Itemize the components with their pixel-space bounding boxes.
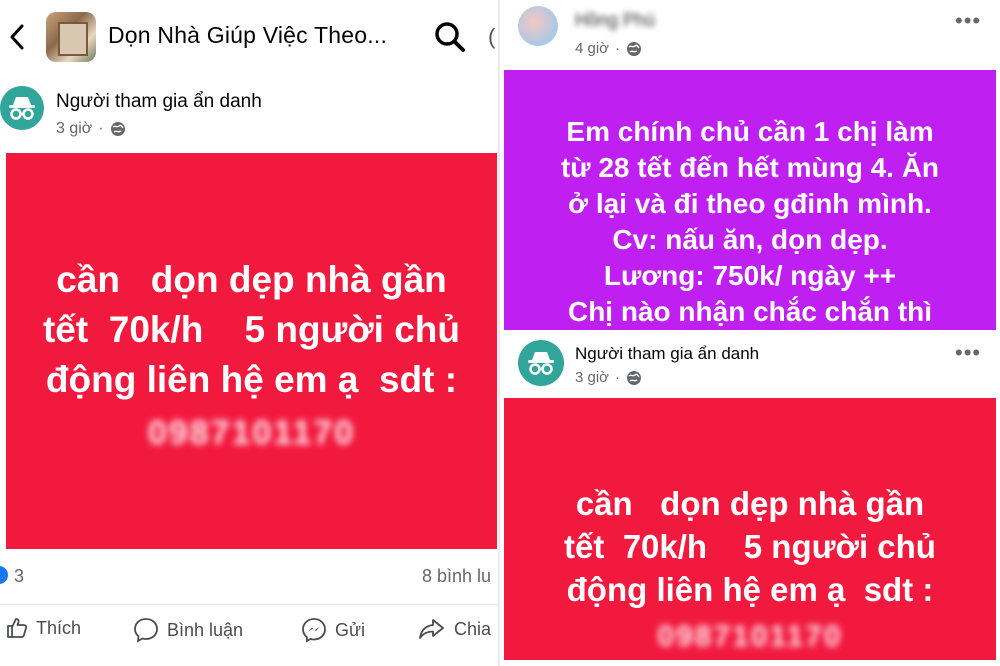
anonymous-icon bbox=[518, 340, 564, 386]
post-line: tết 70k/h 5 người chủ bbox=[564, 528, 936, 565]
like-label: Thích bbox=[36, 617, 82, 638]
group-header: Dọn Nhà Giúp Việc Theo... ( bbox=[0, 0, 500, 74]
post-text-background: cần dọn dẹp nhà gần tết 70k/h 5 người ch… bbox=[6, 153, 497, 549]
post-line: cần dọn dẹp nhà gần bbox=[575, 485, 925, 522]
globe-icon bbox=[627, 41, 642, 56]
comment-label: Bình luận bbox=[167, 619, 244, 640]
post-line: từ 28 tết đến hết mùng 4. Ăn bbox=[560, 152, 940, 183]
post-line: Cv: nấu ăn, dọn dẹp. bbox=[612, 224, 888, 255]
post-meta: 3 giờ · bbox=[56, 120, 126, 138]
post-line: Em chính chủ cần 1 chị làm bbox=[566, 116, 934, 147]
post-actions: Thích Bình luận Gửi Chia bbox=[0, 604, 500, 654]
post-line: động liên hệ em ạ sdt : bbox=[566, 571, 934, 608]
search-icon[interactable] bbox=[433, 20, 467, 54]
reaction-count[interactable]: 3 bbox=[14, 566, 24, 587]
reaction-icon bbox=[0, 566, 8, 584]
group-title[interactable]: Dọn Nhà Giúp Việc Theo... bbox=[108, 22, 387, 49]
left-screenshot: Dọn Nhà Giúp Việc Theo... ( Người tham g… bbox=[0, 0, 500, 666]
like-button[interactable]: Thích bbox=[6, 617, 81, 639]
messenger-icon bbox=[302, 618, 326, 643]
globe-icon bbox=[627, 370, 642, 385]
post-stats: 3 8 bình lu bbox=[0, 560, 500, 592]
post-time: 3 giờ bbox=[56, 120, 93, 137]
share-icon bbox=[419, 619, 444, 639]
blurred-phone-number: 0987101170 bbox=[657, 620, 843, 653]
post-author[interactable]: Người tham gia ẩn danh bbox=[56, 91, 262, 113]
post-time: 4 giờ bbox=[575, 40, 610, 57]
partial-icon: ( bbox=[488, 24, 496, 49]
avatar[interactable] bbox=[518, 6, 558, 46]
post-time: 3 giờ bbox=[575, 369, 610, 386]
post-meta: 3 giờ · bbox=[575, 369, 642, 386]
send-label: Gửi bbox=[335, 619, 366, 640]
post-line: động liên hệ em ạ sdt : bbox=[45, 359, 458, 400]
back-arrow-icon[interactable] bbox=[4, 20, 30, 54]
share-button[interactable]: Chia bbox=[418, 617, 491, 641]
separator-dot: · bbox=[615, 369, 621, 386]
post-line: tết 70k/h 5 người chủ bbox=[42, 309, 460, 350]
post-line: Chị nào nhận chắc chắn thì bbox=[567, 296, 933, 327]
comment-icon bbox=[134, 618, 158, 643]
separator-dot: · bbox=[615, 40, 621, 57]
group-thumbnail[interactable] bbox=[46, 12, 96, 62]
post-meta: 4 giờ · bbox=[575, 40, 642, 57]
post-line: ở lại và đi theo gđinh mình. bbox=[568, 188, 932, 219]
blurred-phone-number: 0987101170 bbox=[147, 414, 356, 452]
more-icon[interactable]: ••• bbox=[955, 340, 981, 366]
anonymous-icon bbox=[0, 86, 44, 130]
comment-count[interactable]: 8 bình lu bbox=[422, 566, 491, 587]
post-author[interactable]: Người tham gia ẩn danh bbox=[575, 344, 759, 364]
post-author-blurred[interactable]: Hồng Phú bbox=[575, 10, 655, 31]
more-icon[interactable]: ••• bbox=[955, 8, 981, 34]
post-text-background: Em chính chủ cần 1 chị làm từ 28 tết đến… bbox=[504, 70, 996, 330]
post-line: cần dọn dẹp nhà gần bbox=[56, 259, 447, 300]
globe-icon bbox=[110, 122, 125, 136]
send-button[interactable]: Gửi bbox=[301, 617, 365, 643]
comment-button[interactable]: Bình luận bbox=[133, 617, 243, 643]
separator-dot: · bbox=[98, 120, 104, 137]
like-icon bbox=[7, 618, 28, 638]
post-text-background: cần dọn dẹp nhà gần tết 70k/h 5 người ch… bbox=[504, 398, 996, 660]
post-line: Lương: 750k/ ngày ++ bbox=[603, 260, 897, 291]
right-screenshot: Hồng Phú 4 giờ · ••• Em chính chủ cần 1 … bbox=[500, 0, 1000, 666]
share-label: Chia bbox=[454, 618, 492, 639]
